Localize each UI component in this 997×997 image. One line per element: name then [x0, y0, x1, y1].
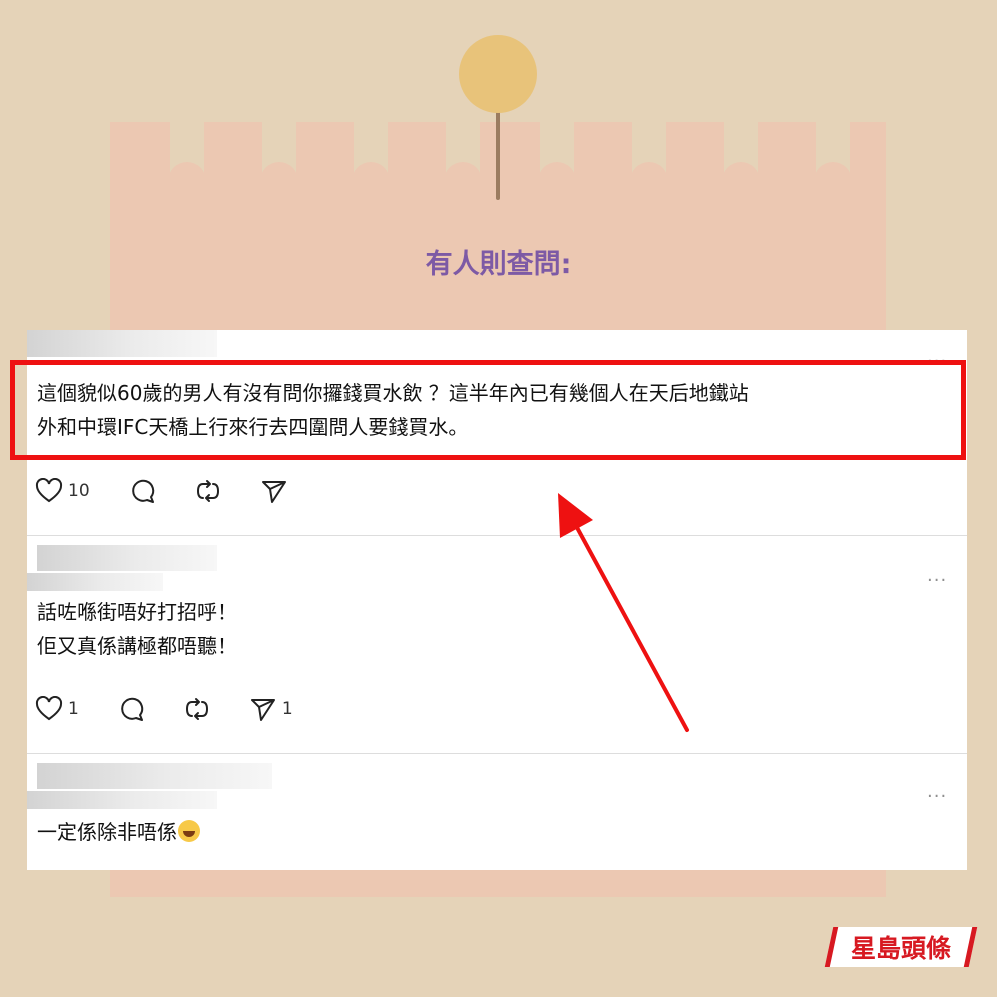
arrow-icon [558, 493, 689, 732]
logo-text: 星島頭條 [850, 934, 951, 963]
sing-tao-logo: 星島頭條 [824, 927, 978, 967]
